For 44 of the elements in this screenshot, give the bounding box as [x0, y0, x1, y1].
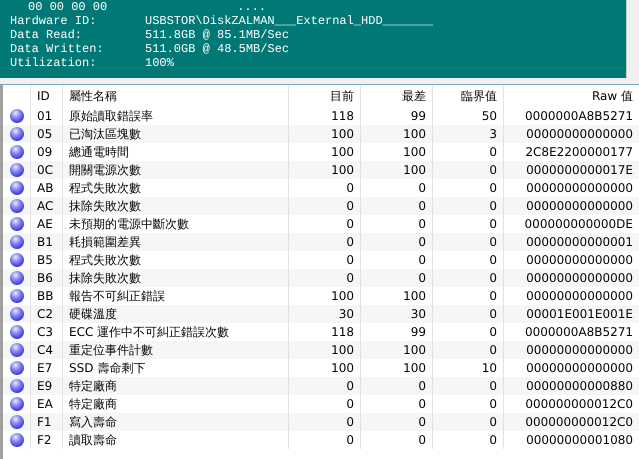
status-orb-icon	[9, 162, 25, 178]
field-value: 100%	[145, 56, 175, 70]
table-cell: 00000000001080	[503, 431, 639, 449]
status-orb-icon	[9, 126, 25, 142]
status-orb-icon	[9, 198, 25, 214]
table-cell: F2	[30, 431, 62, 449]
status-orb-icon	[9, 378, 25, 394]
status-orb-icon	[9, 396, 25, 412]
status-orb-icon	[9, 270, 25, 286]
hex-bytes: 00 00 00 00	[28, 0, 108, 14]
table-row[interactable]: E9 特定廠商 0 0 0 00000000000880	[3, 377, 639, 395]
table-row[interactable]: C2 硬碟溫度 30 30 0 00001E001E001E	[3, 305, 639, 323]
table-row[interactable]: B6 抹除失敗次數 0 0 0 00000000000000	[3, 269, 639, 287]
status-orb-icon	[9, 414, 25, 430]
status-orb-icon	[9, 216, 25, 232]
status-orb-icon	[9, 180, 25, 196]
status-orb-icon	[9, 324, 25, 340]
status-orb-icon	[9, 342, 25, 358]
field-value: 511.0GB @ 48.5MB/Sec	[145, 42, 290, 56]
field-label: Utilization:	[10, 56, 98, 70]
field-value: USBSTOR\DiskZALMAN___External_HDD_______	[145, 14, 434, 28]
table-row[interactable]: B1 耗損範圍差異 0 0 0 00000000000001	[3, 233, 639, 251]
status-orb-icon	[9, 144, 25, 160]
status-orb-icon	[9, 306, 25, 322]
table-row[interactable]: 05 已淘汰區塊數 100 100 3 00000000000000	[3, 125, 639, 143]
field-label: Data Read:	[10, 28, 84, 42]
field-label: Hardware ID:	[10, 14, 98, 28]
status-orb-icon	[9, 252, 25, 268]
table-row[interactable]: C4 重定位事件計數 100 100 0 00000000000000	[3, 341, 639, 359]
status-orb-icon	[9, 108, 25, 124]
table-cell: 讀取壽命	[62, 431, 288, 449]
table-cell: 0	[288, 431, 360, 449]
table-row[interactable]: 0C 開關電源次數 100 100 0 0000000000017E	[3, 161, 639, 179]
ascii-bytes: ....	[237, 0, 266, 14]
table-row[interactable]: F1 寫入壽命 0 0 0 000000000012C0	[3, 413, 639, 431]
status-orb-icon	[9, 234, 25, 250]
table-cell: 0	[432, 431, 503, 449]
field-label: Data Written:	[10, 42, 105, 56]
status-orb-icon	[9, 288, 25, 304]
status-orb-icon	[9, 360, 25, 376]
table-row[interactable]: AC 抹除失敗次數 0 0 0 00000000000000	[3, 197, 639, 215]
table-cell: 0	[360, 431, 432, 449]
field-value: 511.8GB @ 85.1MB/Sec	[145, 28, 290, 42]
status-orb-icon	[9, 432, 25, 448]
